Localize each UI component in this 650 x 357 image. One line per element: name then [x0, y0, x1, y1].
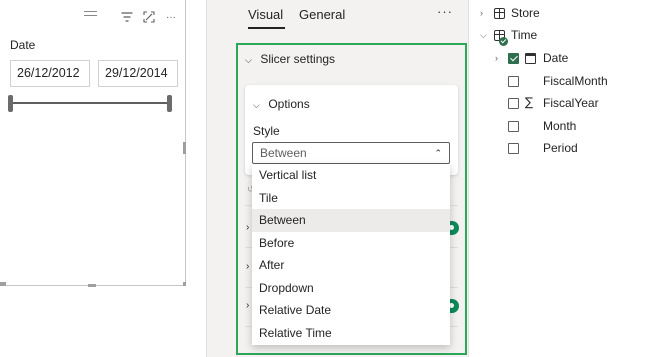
range-start-handle[interactable]	[8, 95, 13, 112]
chevron-right-icon[interactable]: ›	[246, 222, 249, 233]
tab-visual[interactable]: Visual	[248, 7, 283, 22]
dropdown-option-tile[interactable]: Tile	[252, 187, 450, 210]
field-table-time[interactable]: Time	[511, 26, 537, 44]
chevron-right-icon[interactable]: ›	[246, 261, 249, 272]
resize-handle-bottom-left[interactable]	[0, 282, 6, 286]
field-date[interactable]: Date	[543, 49, 568, 67]
dropdown-option-dropdown[interactable]: Dropdown	[252, 277, 450, 300]
drag-grip-icon[interactable]	[84, 11, 97, 16]
dropdown-option-vertical-list[interactable]: Vertical list	[252, 164, 450, 187]
dropdown-option-between[interactable]: Between	[252, 209, 450, 232]
sigma-icon: ∑	[525, 95, 534, 109]
options-label: Options	[268, 97, 310, 111]
resize-handle-corner[interactable]	[183, 282, 186, 286]
pane-more-options-icon[interactable]: ···	[437, 4, 453, 19]
slicer-title: Date	[10, 38, 36, 52]
start-date-input[interactable]: 26/12/2012	[10, 60, 90, 87]
chevron-right-icon[interactable]: ›	[495, 53, 498, 63]
style-label: Style	[253, 124, 280, 138]
more-options-icon[interactable]: ···	[164, 10, 178, 24]
chevron-right-icon[interactable]: ›	[480, 8, 483, 18]
chevron-down-icon[interactable]: ⌵	[480, 30, 487, 41]
tab-general[interactable]: General	[299, 7, 345, 22]
table-icon	[494, 8, 505, 19]
style-dropdown-list: Vertical list Tile Between Before After …	[252, 164, 450, 345]
slicer-settings-label: Slicer settings	[260, 52, 336, 66]
fiscalyear-checkbox[interactable]	[508, 98, 519, 109]
range-end-handle[interactable]	[167, 95, 172, 112]
focus-mode-icon[interactable]	[142, 10, 156, 24]
dropdown-option-relative-time[interactable]: Relative Time	[252, 322, 450, 345]
fiscalmonth-checkbox[interactable]	[508, 76, 519, 87]
month-checkbox[interactable]	[508, 121, 519, 132]
field-table-store[interactable]: Store	[511, 4, 540, 22]
style-select-value: Between	[260, 146, 307, 160]
resize-handle-right[interactable]	[183, 142, 186, 154]
in-use-check-icon	[499, 37, 508, 46]
field-fiscalyear[interactable]: FiscalYear	[543, 94, 599, 112]
date-checkbox[interactable]	[508, 53, 519, 64]
field-month[interactable]: Month	[543, 117, 576, 135]
chevron-down-icon: ⌵	[245, 55, 252, 65]
calendar-icon	[525, 53, 536, 64]
slicer-settings-header[interactable]: ⌵ Slicer settings	[245, 52, 335, 66]
chevron-right-icon[interactable]: ›	[246, 300, 249, 311]
chevron-down-icon: ⌵	[253, 100, 260, 110]
style-select[interactable]: Between ⌃	[252, 142, 450, 164]
dropdown-option-before[interactable]: Before	[252, 232, 450, 255]
dropdown-option-relative-date[interactable]: Relative Date	[252, 299, 450, 322]
options-header[interactable]: ⌵ Options	[253, 97, 310, 111]
date-range-track[interactable]	[10, 102, 170, 104]
filter-icon[interactable]	[120, 10, 134, 24]
field-period[interactable]: Period	[543, 139, 578, 157]
active-tab-indicator	[248, 27, 285, 29]
field-fiscalmonth[interactable]: FiscalMonth	[543, 72, 608, 90]
dropdown-option-after[interactable]: After	[252, 254, 450, 277]
period-checkbox[interactable]	[508, 143, 519, 154]
resize-handle-bottom[interactable]	[88, 284, 96, 287]
chevron-up-icon: ⌃	[434, 148, 442, 158]
date-slicer-visual[interactable]: ··· Date 26/12/2012 29/12/2014	[0, 0, 186, 287]
end-date-input[interactable]: 29/12/2014	[98, 60, 178, 87]
